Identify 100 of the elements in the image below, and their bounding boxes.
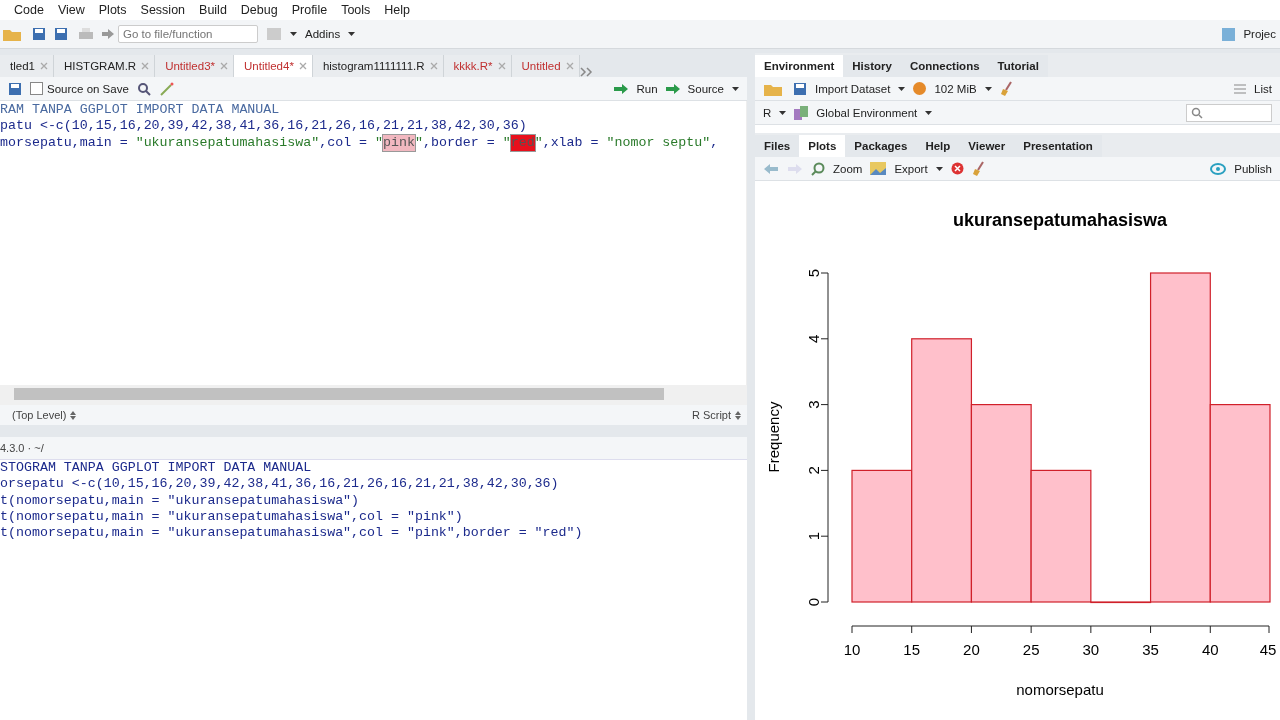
zoom-button[interactable]: Zoom <box>833 162 863 175</box>
print-icon[interactable] <box>78 27 94 41</box>
save-all-icon[interactable] <box>54 27 70 41</box>
broom-icon[interactable] <box>971 160 986 177</box>
arrow-icon[interactable] <box>614 83 629 94</box>
scope-selector[interactable]: (Top Level) <box>12 409 67 421</box>
pane-tab[interactable]: History <box>843 55 901 77</box>
x-axis-title: nomorsepatu <box>1016 680 1104 698</box>
caret-icon[interactable] <box>779 110 787 115</box>
up-down-icon[interactable] <box>735 410 741 420</box>
file-type-selector[interactable]: R Script <box>691 409 731 421</box>
scrollbar[interactable] <box>0 385 747 405</box>
list-icon[interactable] <box>1234 83 1247 94</box>
remove-plot-icon[interactable] <box>950 162 964 175</box>
back-arrow-icon[interactable] <box>763 162 779 175</box>
console-line: t(nomorsepatu,main = "ukuransepatumahasiswa") <box>0 492 361 509</box>
console-line: t(nomorsepatu,main = "ukuransepatumahasiswa",col = "pink") <box>0 508 464 526</box>
import-dataset-menu[interactable]: Import Dataset <box>815 82 891 95</box>
pie-icon[interactable] <box>913 82 927 95</box>
menu-item[interactable]: Profile <box>291 3 328 17</box>
save-icon[interactable] <box>8 81 22 96</box>
caret-icon[interactable] <box>925 110 933 115</box>
file-tab[interactable]: kkkk.R* <box>443 55 495 77</box>
wand-icon[interactable] <box>158 81 175 96</box>
code-text: " <box>534 134 543 151</box>
publish-button[interactable]: Publish <box>1234 162 1272 175</box>
source-on-save-checkbox[interactable]: Source on Save <box>30 82 129 95</box>
file-tab[interactable]: tled1 <box>0 55 37 77</box>
environment-menu[interactable]: Global Environment <box>816 106 918 119</box>
run-button[interactable]: Run <box>636 82 658 95</box>
search-match: red <box>510 134 535 151</box>
zoom-icon[interactable] <box>811 161 825 176</box>
list-view-menu[interactable]: List <box>1254 82 1272 95</box>
menu-item[interactable]: Debug <box>240 3 278 17</box>
pane-tab[interactable]: Connections <box>900 55 989 77</box>
pane-tab[interactable]: Help <box>916 135 960 157</box>
x-tick-label: 40 <box>1201 640 1219 658</box>
image-icon[interactable] <box>870 162 887 175</box>
console-line: t(nomorsepatu,main = "ukuransepatumahasiswa",col = "pink",border = "red") <box>0 525 584 542</box>
caret-icon[interactable] <box>732 86 739 91</box>
language-menu[interactable]: R <box>763 106 772 119</box>
file-tab[interactable]: Untitled3* <box>155 55 217 77</box>
save-icon[interactable] <box>32 27 46 41</box>
code-text: , <box>710 134 719 151</box>
up-down-icon[interactable] <box>70 410 77 420</box>
code-text: " <box>375 134 384 151</box>
pane-tab[interactable]: Presentation <box>1014 135 1102 157</box>
file-tab[interactable]: histogram1111111.R <box>312 55 427 77</box>
caret-icon[interactable] <box>898 86 906 91</box>
code-text: " <box>502 134 511 151</box>
pane-tab[interactable]: Environment <box>755 55 844 77</box>
console-line: orsepatu <-c(10,15,16,20,39,42,38,41,36,16,21,26,16,21,21,38,42,30,36) <box>0 476 560 493</box>
menu-item[interactable]: Plots <box>98 3 127 17</box>
y-tick-label: 4 <box>804 334 822 343</box>
save-icon[interactable] <box>793 81 807 96</box>
search-icon <box>1191 106 1203 119</box>
eye-icon[interactable] <box>1210 162 1227 175</box>
file-tab[interactable]: Untitled4* <box>234 55 296 77</box>
x-tick-label: 25 <box>1022 640 1040 658</box>
menu-item[interactable]: Tools <box>341 3 371 17</box>
pane-tab[interactable]: Packages <box>845 135 917 157</box>
menu-item[interactable]: Session <box>140 3 186 17</box>
close-icon[interactable] <box>217 55 234 77</box>
memory-menu[interactable]: 102 MiB <box>934 82 977 95</box>
pane-tab[interactable]: Plots <box>799 135 846 157</box>
search-icon[interactable] <box>136 81 151 96</box>
menu-item[interactable]: Help <box>384 3 411 17</box>
source-button[interactable]: Source <box>687 82 724 95</box>
go-to-field[interactable]: Go to file/function <box>118 25 258 43</box>
file-tab[interactable]: Untitled <box>511 55 563 77</box>
arrow-icon[interactable] <box>665 83 680 94</box>
caret-icon[interactable] <box>290 32 297 36</box>
menu-item[interactable]: Build <box>199 3 227 17</box>
broom-icon[interactable] <box>999 80 1014 97</box>
menu-item[interactable]: Code <box>14 3 44 17</box>
file-tab[interactable]: HISTGRAM.R <box>53 55 139 77</box>
x-tick-label: 15 <box>903 640 921 658</box>
caret-icon[interactable] <box>984 86 992 91</box>
search-field[interactable] <box>1186 103 1272 122</box>
export-menu[interactable]: Export <box>894 162 928 175</box>
code-text: ,col = <box>319 134 369 151</box>
code-text: morsepatu,main = <box>0 134 129 151</box>
cube-icon[interactable] <box>1222 27 1236 41</box>
pane-tab[interactable]: Files <box>755 135 800 157</box>
project-menu[interactable]: Projec <box>1243 28 1276 40</box>
code-line: patu <-c(10,15,16,20,39,42,38,41,36,16,21,26,16,21,21,38,42,30,36) <box>0 118 528 135</box>
chevrons-icon[interactable] <box>579 67 594 77</box>
y-axis-title: Frequency <box>764 401 782 473</box>
y-tick-label: 2 <box>804 466 822 475</box>
stack-icon[interactable] <box>794 105 809 120</box>
caret-icon[interactable] <box>935 166 943 171</box>
pane-tab[interactable]: Tutorial <box>988 55 1048 77</box>
code-text: "ukuransepatumahasiswa" <box>135 134 320 151</box>
arrow-icon <box>102 29 114 39</box>
chart-title: ukuransepatumahasiswa <box>952 210 1168 230</box>
pane-tab[interactable]: Viewer <box>959 135 1015 157</box>
addins-menu[interactable]: Addins <box>305 28 341 40</box>
x-tick-label: 20 <box>963 640 980 658</box>
caret-icon[interactable] <box>348 32 356 36</box>
menu-item[interactable]: View <box>57 3 85 17</box>
